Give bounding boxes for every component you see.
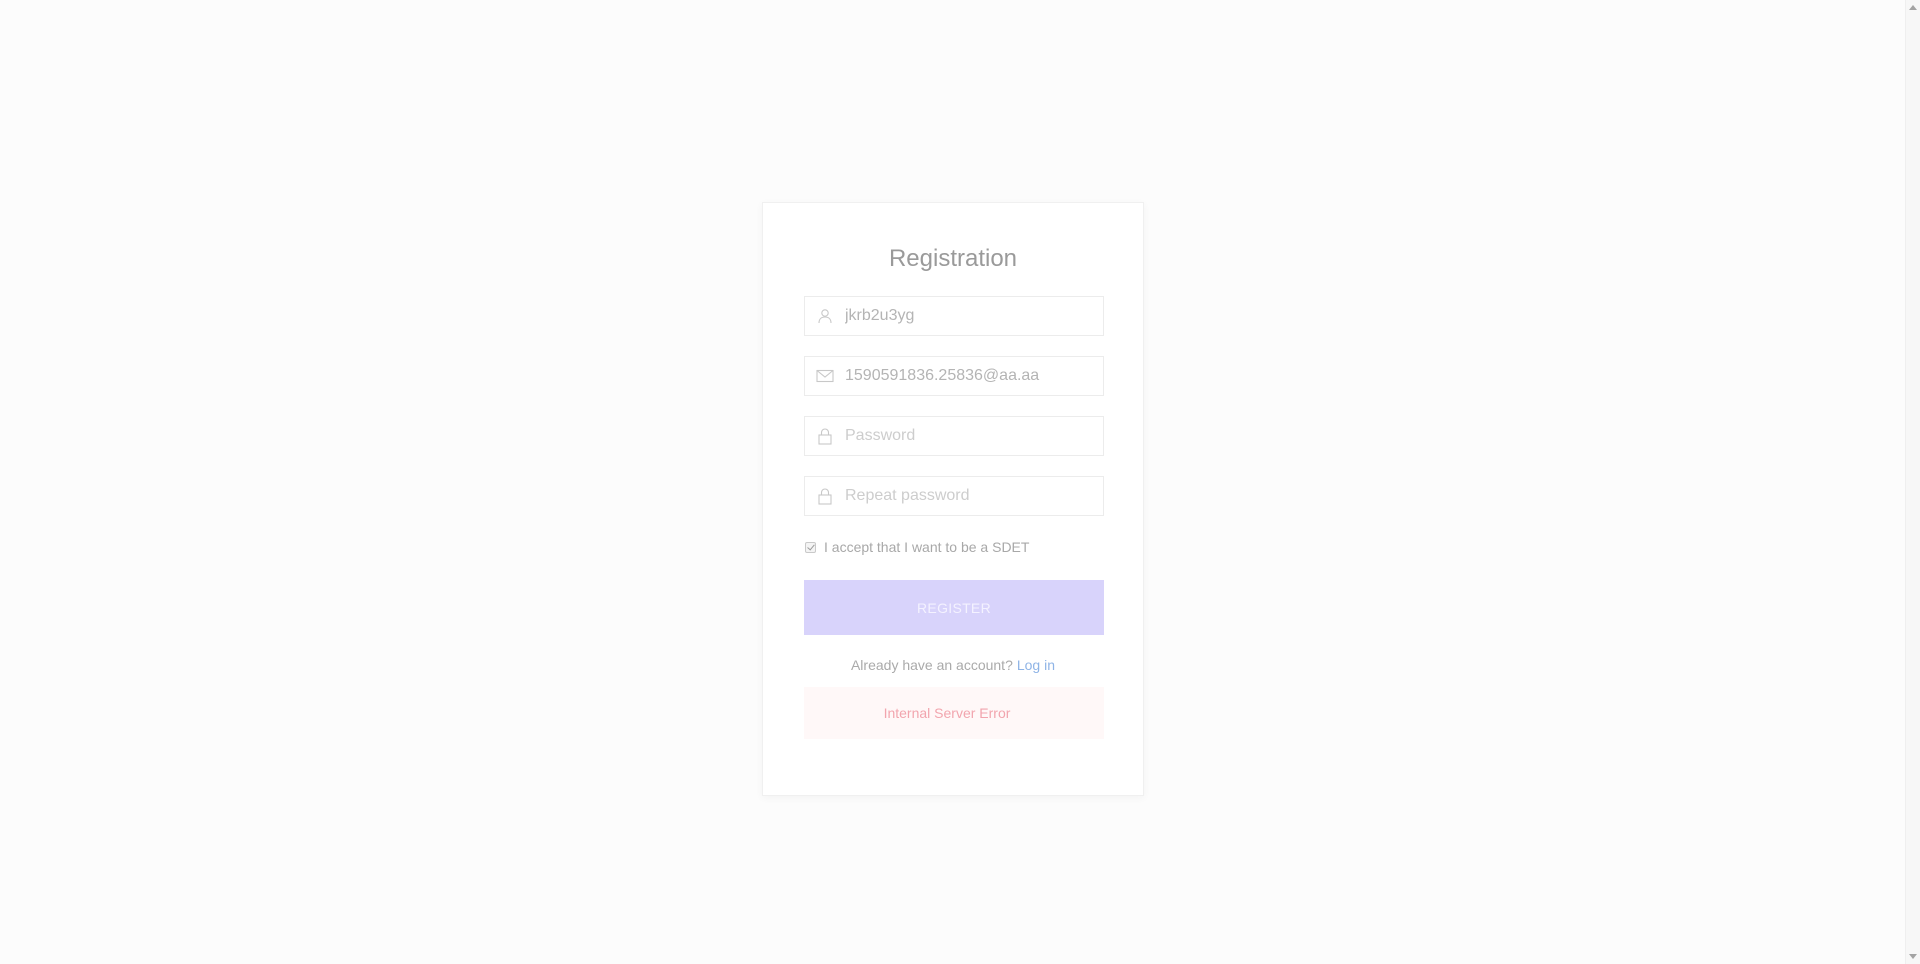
username-field[interactable]	[804, 296, 1104, 336]
accept-sdet-row[interactable]: I accept that I want to be a SDET	[805, 539, 1029, 555]
vertical-scrollbar[interactable]	[1905, 0, 1920, 964]
registration-card: Registration jkrb2u3yg 1590591836.25836@…	[762, 202, 1144, 796]
repeat-password-input[interactable]	[845, 478, 1095, 514]
already-account-text: Already have an account?	[850, 657, 1013, 673]
repeat-password-field[interactable]	[804, 476, 1104, 516]
user-icon	[805, 297, 845, 335]
accept-label: I accept that I want to be a SDET	[824, 539, 1030, 555]
email-input[interactable]	[845, 358, 1095, 394]
error-alert: Internal Server Error	[804, 687, 1104, 739]
register-button[interactable]: REGISTER	[804, 580, 1104, 635]
scroll-down-icon[interactable]	[1909, 954, 1917, 959]
lock-icon	[805, 417, 845, 455]
accept-checkbox[interactable]	[805, 541, 816, 553]
password-input[interactable]	[845, 418, 1095, 454]
password-field[interactable]	[804, 416, 1104, 456]
page-title: Registration	[888, 245, 1018, 272]
login-prompt: Already have an account? Log in	[763, 657, 1143, 673]
envelope-icon	[805, 357, 845, 395]
page-background: Registration jkrb2u3yg 1590591836.25836@…	[0, 0, 1905, 964]
scroll-up-icon[interactable]	[1909, 5, 1917, 10]
login-link[interactable]: Log in	[1017, 657, 1055, 673]
username-input[interactable]	[845, 298, 1095, 334]
email-field[interactable]	[804, 356, 1104, 396]
lock-icon	[805, 477, 845, 515]
